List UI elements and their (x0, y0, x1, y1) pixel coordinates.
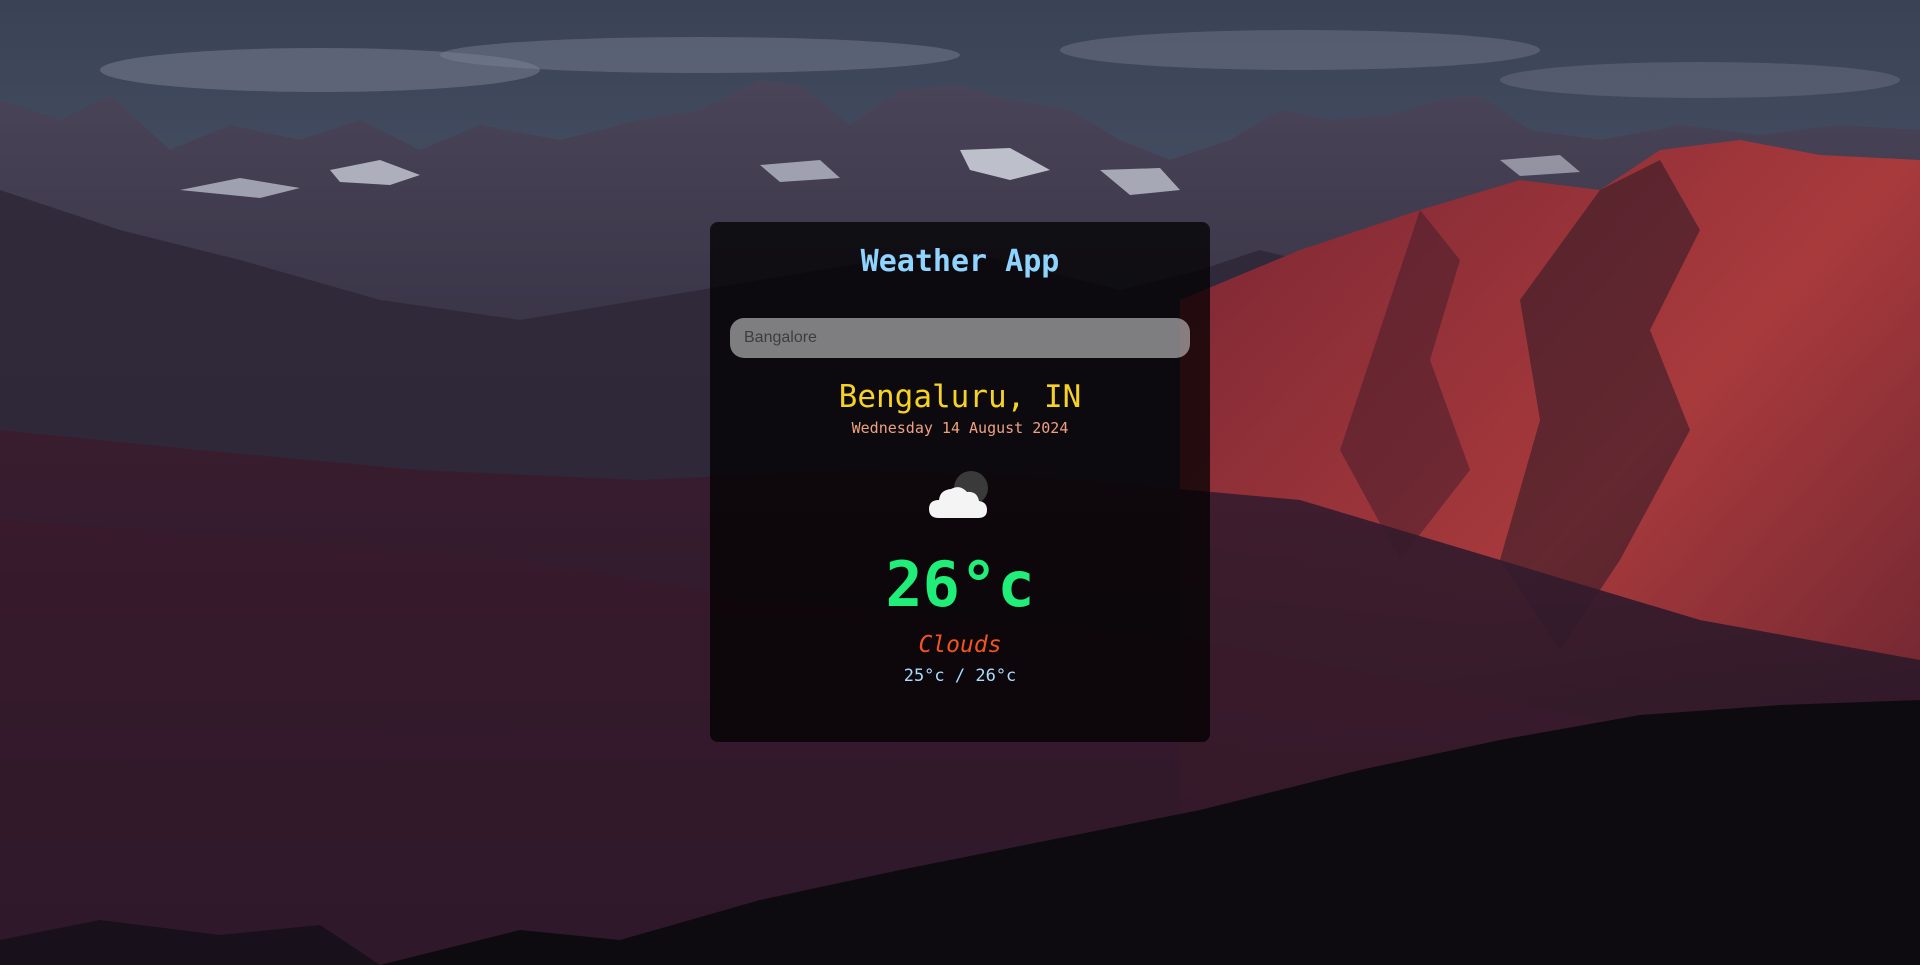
current-date: Wednesday 14 August 2024 (851, 419, 1069, 437)
search-box (730, 318, 1190, 358)
weather-card: Weather App Bengaluru, IN Wednesday 14 A… (710, 222, 1210, 742)
city-search-input[interactable] (730, 318, 1190, 358)
min-max-temperature: 25°c / 26°c (903, 666, 1017, 686)
app-title: Weather App (860, 244, 1060, 279)
temperature-value: 26°c (885, 548, 1035, 621)
cloud-moon-icon (925, 468, 995, 528)
city-name: Bengaluru, IN (838, 379, 1082, 415)
weather-condition: Clouds (918, 632, 1002, 658)
